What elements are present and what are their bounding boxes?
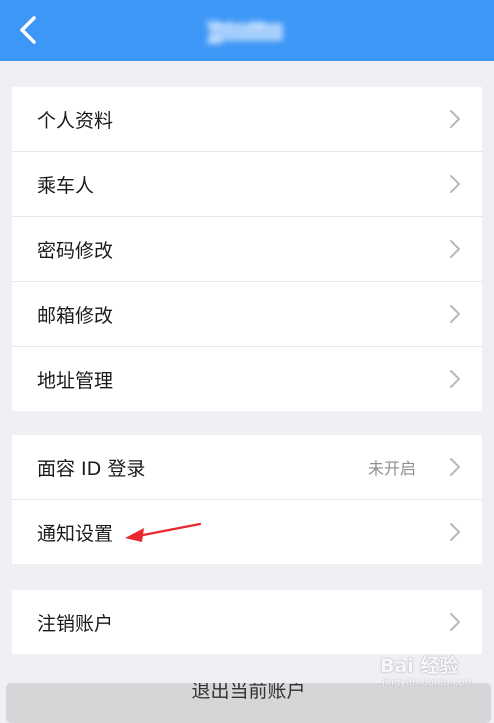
row-password[interactable]: 密码修改 <box>12 216 482 281</box>
row-email[interactable]: 邮箱修改 <box>12 281 482 346</box>
row-label: 密码修改 <box>37 239 114 262</box>
chevron-right-icon <box>450 458 460 476</box>
chevron-right-icon <box>450 305 460 323</box>
row-value: 未开启 <box>367 459 416 478</box>
chevron-right-icon <box>450 240 460 258</box>
chevron-right-icon <box>450 370 460 388</box>
chevron-right-icon <box>450 175 460 193</box>
chevron-right-icon <box>450 110 460 128</box>
row-label: 乘车人 <box>37 174 95 197</box>
nav-bar: 账户设置 <box>0 0 494 61</box>
page-title: 账户设置 <box>205 20 287 44</box>
row-notifications[interactable]: 通知设置 <box>12 499 482 564</box>
chevron-right-icon <box>450 523 460 541</box>
row-label: 面容 ID 登录 <box>37 457 146 480</box>
row-label: 个人资料 <box>37 109 114 132</box>
row-close-account[interactable]: 注销账户 <box>12 590 482 654</box>
chevron-left-icon <box>20 16 36 44</box>
settings-group-security: 面容 ID 登录 未开启 通知设置 <box>12 435 482 564</box>
row-address[interactable]: 地址管理 <box>12 346 482 411</box>
logout-button[interactable]: 退出当前账户 <box>6 683 491 723</box>
settings-group-danger: 注销账户 <box>12 590 482 654</box>
row-label: 注销账户 <box>37 612 114 635</box>
back-button[interactable] <box>8 10 48 50</box>
row-profile[interactable]: 个人资料 <box>12 87 482 151</box>
row-passengers[interactable]: 乘车人 <box>12 151 482 216</box>
row-label: 地址管理 <box>37 369 114 392</box>
settings-group-account: 个人资料 乘车人 密码修改 邮箱修改 地址管理 <box>12 87 482 411</box>
chevron-right-icon <box>450 613 460 631</box>
row-face-id[interactable]: 面容 ID 登录 未开启 <box>12 435 482 499</box>
row-label: 邮箱修改 <box>37 304 114 327</box>
row-label: 通知设置 <box>37 522 114 545</box>
